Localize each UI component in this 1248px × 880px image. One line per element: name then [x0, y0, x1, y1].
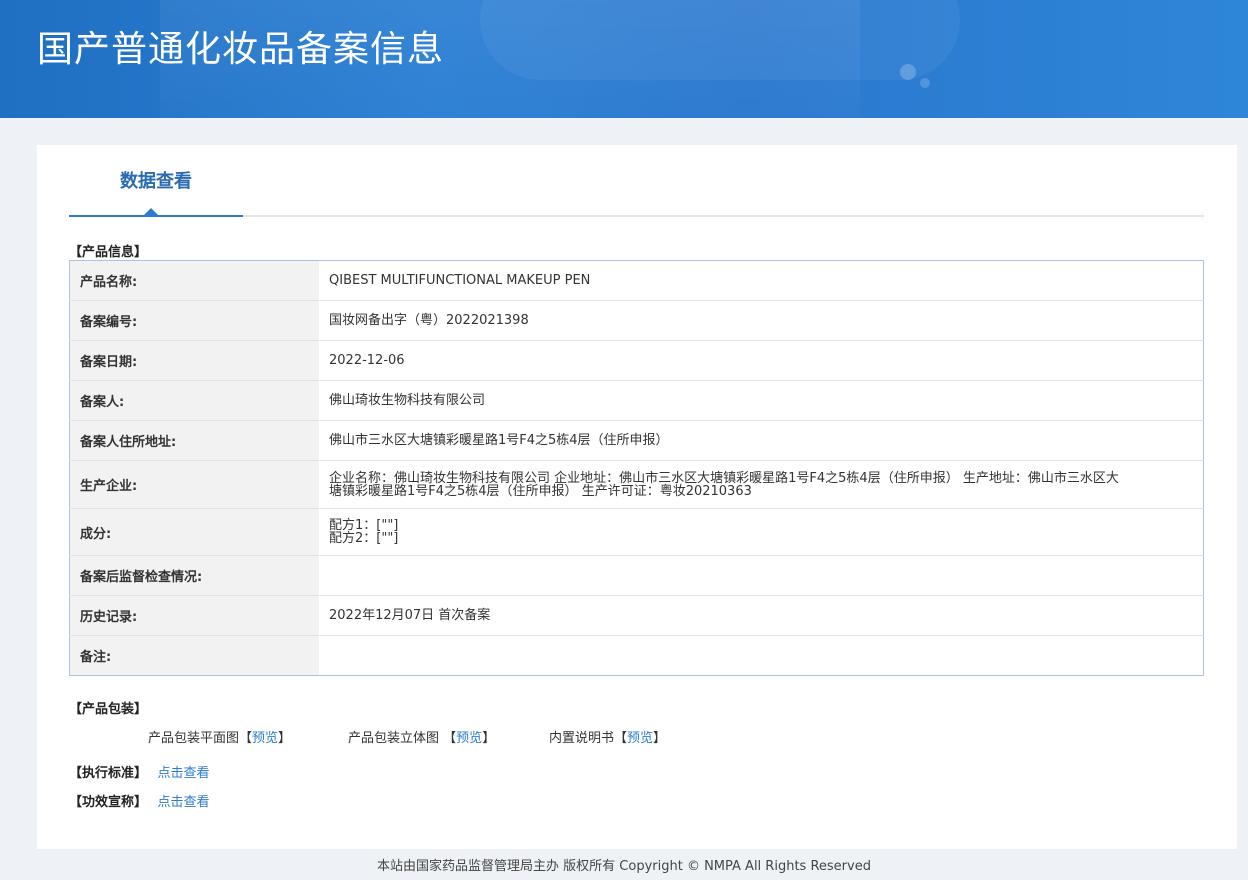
bracket: 【: [443, 731, 457, 746]
value-line: 配方2：[""]: [329, 531, 399, 546]
package-manual-label: 内置说明书: [549, 731, 615, 746]
package-solid: 产品包装立体图 【预览】: [348, 727, 495, 746]
preview-link-solid[interactable]: 预览: [456, 731, 482, 746]
preview-link-flat[interactable]: 预览: [252, 731, 278, 746]
bracket: 】: [653, 731, 667, 746]
row-key: 产品名称:: [69, 260, 319, 301]
row-key: 备案人住所地址:: [69, 420, 319, 461]
package-flat-label: 产品包装平面图: [148, 731, 240, 746]
preview-link-manual[interactable]: 预览: [627, 731, 653, 746]
row-value: QIBEST MULTIFUNCTIONAL MAKEUP PEN: [329, 273, 591, 288]
row-key: 备案人:: [69, 380, 319, 421]
banner-decoration: [480, 0, 960, 80]
section-product-package: 【产品包装】: [69, 702, 148, 717]
tab-data-view[interactable]: 数据查看: [69, 145, 243, 217]
row-value: 配方1：[""] 配方2：[""]: [319, 508, 1204, 556]
bracket: 【: [614, 731, 628, 746]
row-key: 生产企业:: [69, 460, 319, 509]
footer: 本站由国家药品监督管理局主办 版权所有 Copyright © NMPA All…: [377, 859, 871, 874]
tab-active-caret: [144, 208, 158, 215]
page-title: 国产普通化妆品备案信息: [37, 29, 445, 70]
bracket: 【: [239, 731, 253, 746]
table-row: 备案人住所地址: 佛山市三水区大塘镇彩暖星路1号F4之5栋4层（住所申报）: [69, 420, 1204, 461]
table-row: 备案编号: 国妆网备出字（粤）2022021398: [69, 300, 1204, 341]
table-row: 备注:: [69, 635, 1204, 676]
value-line: 企业名称：佛山琦妆生物科技有限公司 企业地址：佛山市三水区大塘镇彩暖星路1号F4…: [329, 470, 1119, 486]
row-key: 备案编号:: [69, 300, 319, 341]
header-banner: 国产普通化妆品备案信息: [0, 0, 1248, 118]
content-card: 数据查看 【产品信息】 产品名称: QIBEST MULTIFUNCTIONAL…: [37, 145, 1237, 849]
section-product-info: 【产品信息】: [69, 245, 148, 260]
row-value: 佛山琦妆生物科技有限公司: [319, 380, 1204, 421]
row-key: 历史记录:: [69, 595, 319, 636]
row-key: 备案后监督检查情况:: [69, 555, 319, 596]
value-line: 塘镇彩暖星路1号F4之5栋4层（住所申报） 生产许可证：粤妆20210363: [329, 483, 752, 499]
banner-dot: [900, 64, 916, 80]
row-value: 2022-12-06: [319, 340, 1204, 381]
row-value: [319, 635, 1204, 676]
table-row: 生产企业: 企业名称：佛山琦妆生物科技有限公司 企业地址：佛山市三水区大塘镇彩暖…: [69, 460, 1204, 509]
section-efficacy: 【功效宣称】 点击查看: [69, 791, 210, 810]
table-row: 备案人: 佛山琦妆生物科技有限公司: [69, 380, 1204, 421]
bracket: 】: [278, 731, 292, 746]
banner-dot: [920, 78, 930, 88]
efficacy-label: 【功效宣称】: [69, 795, 148, 810]
efficacy-view-link[interactable]: 点击查看: [158, 795, 210, 810]
table-row: 成分: 配方1：[""] 配方2：[""]: [69, 508, 1204, 556]
row-key: 备注:: [69, 635, 319, 676]
table-row: 历史记录: 2022年12月07日 首次备案: [69, 595, 1204, 636]
tab-label: 数据查看: [120, 171, 192, 192]
row-value: [319, 555, 1204, 596]
row-key: 备案日期:: [69, 340, 319, 381]
package-solid-label: 产品包装立体图: [348, 731, 440, 746]
row-value: 企业名称：佛山琦妆生物科技有限公司 企业地址：佛山市三水区大塘镇彩暖星路1号F4…: [319, 460, 1204, 509]
package-flat: 产品包装平面图【预览】: [148, 727, 291, 746]
table-row: 备案后监督检查情况:: [69, 555, 1204, 596]
row-key: 成分:: [69, 508, 319, 556]
value-line: 配方1：[""]: [329, 518, 399, 533]
exec-standard-label: 【执行标准】: [69, 766, 148, 781]
table-row: 备案日期: 2022-12-06: [69, 340, 1204, 381]
product-info-table: 产品名称: QIBEST MULTIFUNCTIONAL MAKEUP PEN …: [69, 260, 1204, 676]
bracket: 】: [482, 731, 496, 746]
section-exec-standard: 【执行标准】 点击查看: [69, 762, 210, 781]
table-row: 产品名称: QIBEST MULTIFUNCTIONAL MAKEUP PEN: [69, 260, 1204, 301]
row-value: 2022年12月07日 首次备案: [319, 595, 1204, 636]
row-value: 国妆网备出字（粤）2022021398: [319, 300, 1204, 341]
exec-standard-view-link[interactable]: 点击查看: [158, 766, 210, 781]
row-value: 佛山市三水区大塘镇彩暖星路1号F4之5栋4层（住所申报）: [319, 420, 1204, 461]
package-manual: 内置说明书【预览】: [549, 727, 666, 746]
tab-bar: 数据查看: [69, 145, 1204, 217]
